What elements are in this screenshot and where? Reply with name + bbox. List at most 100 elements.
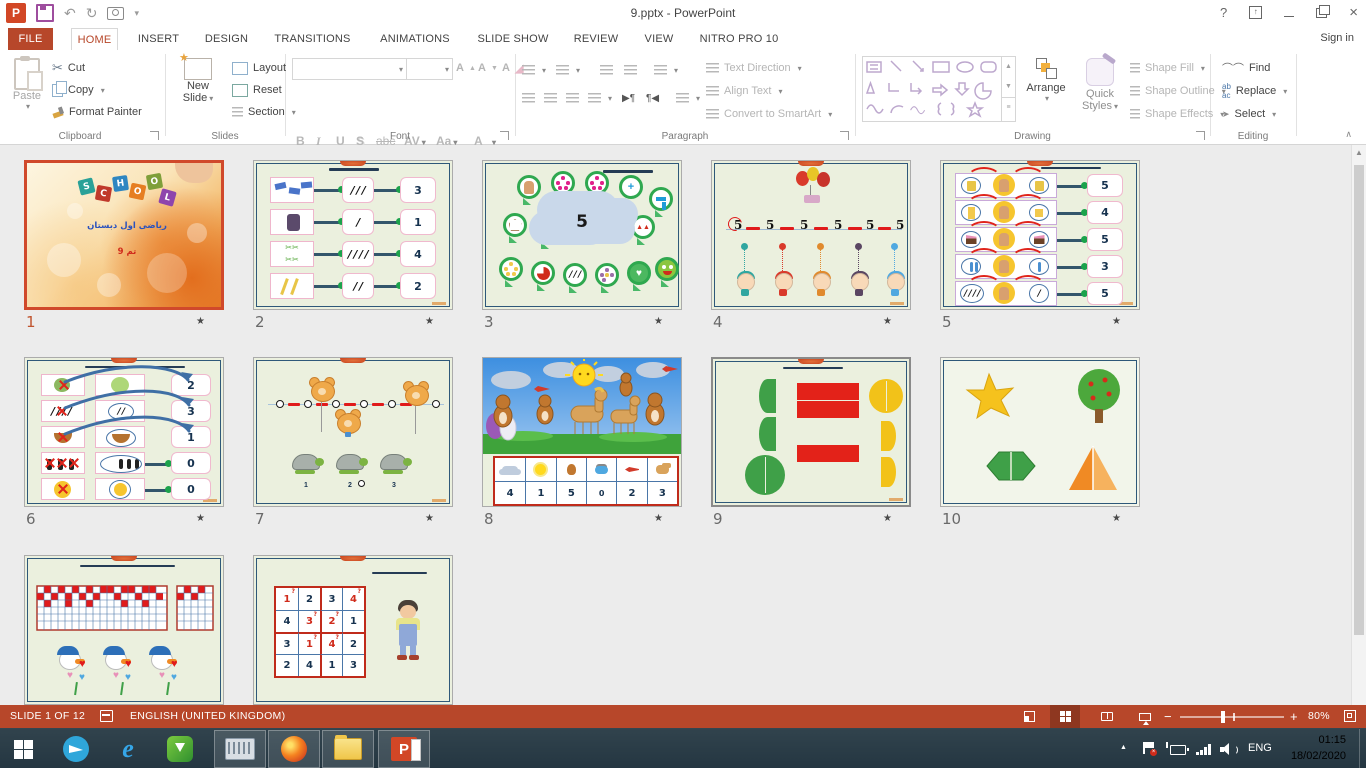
tab-view[interactable]: VIEW xyxy=(637,28,681,50)
taskbar-idm[interactable] xyxy=(156,729,204,768)
slide-thumbnail-8[interactable]: 4 1 5 0 2 3 8 ★ xyxy=(482,357,684,529)
shape-outline-button[interactable]: Shape Outline▾ xyxy=(1130,81,1226,101)
tab-review[interactable]: REVIEW xyxy=(570,28,622,50)
new-slide-button[interactable]: New Slide▾ xyxy=(172,58,224,104)
layout-button[interactable]: Layout▾ xyxy=(232,58,297,78)
action-center-flag-icon[interactable]: × xyxy=(1142,742,1155,768)
redo-icon[interactable]: ↻ xyxy=(86,6,98,20)
tab-nitro-pro[interactable]: NITRO PRO 10 xyxy=(698,28,780,50)
clock[interactable]: 01:15 18/02/2020 xyxy=(1291,732,1346,764)
tab-insert[interactable]: INSERT xyxy=(135,28,182,50)
vertical-scrollbar[interactable]: ▲ xyxy=(1351,145,1366,705)
font-dialog-launcher[interactable] xyxy=(500,131,509,140)
slide-thumbnail-9[interactable]: 9 ★ xyxy=(711,357,913,529)
powerpoint-app-icon[interactable]: P xyxy=(6,3,26,23)
shapes-scroll-down-icon[interactable]: ▼ xyxy=(1002,77,1015,97)
drawing-dialog-launcher[interactable] xyxy=(1196,131,1205,140)
shapes-scroll-up-icon[interactable]: ▲ xyxy=(1002,57,1015,77)
copy-button[interactable]: Copy▾ xyxy=(52,80,105,100)
start-button[interactable] xyxy=(0,729,48,768)
shape-effects-button[interactable]: Shape Effects▾ xyxy=(1130,104,1224,124)
taskbar-onscreen-keyboard[interactable] xyxy=(214,730,266,768)
zoom-slider-handle[interactable] xyxy=(1221,711,1225,723)
slide-thumbnail-12[interactable]: ?1 2 3 ?4 4 ?3 ?2 1 3 ?1 ?4 2 2 4 1 3 xyxy=(253,555,455,727)
find-button[interactable]: ⌒⌒Find xyxy=(1222,58,1270,78)
slide-thumbnail-3[interactable]: + ▲▲ /// ♥ 5 xyxy=(482,160,684,332)
tab-transitions[interactable]: TRANSITIONS xyxy=(270,28,355,50)
cut-button[interactable]: ✂ Cut xyxy=(52,58,85,78)
numbering-button[interactable]: ▾ xyxy=(556,60,580,80)
customize-qat-icon[interactable]: ▾ xyxy=(134,9,139,18)
align-center-button[interactable] xyxy=(544,88,557,108)
start-slideshow-icon[interactable] xyxy=(107,7,124,20)
select-button[interactable]: ➤Select▾ xyxy=(1222,104,1276,124)
justify-button[interactable]: ▾ xyxy=(588,88,612,108)
paste-button[interactable]: Paste▾ xyxy=(8,58,46,111)
clear-formatting-button[interactable]: A◢ xyxy=(502,58,523,78)
language-indicator[interactable]: ENGLISH (UNITED KINGDOM) xyxy=(130,710,285,722)
slideshow-view-button[interactable] xyxy=(1130,705,1160,728)
help-icon[interactable]: ? xyxy=(1220,5,1227,20)
right-to-left-button[interactable]: ¶◀ xyxy=(646,88,659,108)
arrange-button[interactable]: Arrange▾ xyxy=(1022,58,1070,103)
align-left-button[interactable] xyxy=(522,88,535,108)
slide-thumbnail-10[interactable]: 10 ★ xyxy=(940,357,1142,529)
sign-in-link[interactable]: Sign in xyxy=(1320,32,1354,44)
collapse-ribbon-icon[interactable]: ∧ xyxy=(1345,129,1352,140)
battery-icon[interactable] xyxy=(1170,745,1186,768)
format-painter-button[interactable]: Format Painter xyxy=(52,102,142,122)
line-spacing-button[interactable]: ▾ xyxy=(654,60,678,80)
zoom-in-button[interactable]: + xyxy=(1290,709,1298,724)
align-right-button[interactable] xyxy=(566,88,579,108)
ribbon-display-options-icon[interactable]: ↑ xyxy=(1249,6,1262,19)
section-button[interactable]: Section▾ xyxy=(232,102,296,122)
restore-icon[interactable] xyxy=(1316,8,1327,18)
volume-icon[interactable] xyxy=(1220,743,1234,768)
grow-font-button[interactable]: A▲ xyxy=(456,58,476,78)
shapes-gallery-scrollbar[interactable]: ▲ ▼ ≡ xyxy=(1001,56,1016,122)
replace-button[interactable]: abacReplace▾ xyxy=(1222,81,1287,101)
shapes-gallery[interactable] xyxy=(862,56,1002,122)
text-direction-button[interactable]: Text Direction▾ xyxy=(706,58,802,78)
zoom-out-button[interactable]: − xyxy=(1164,709,1172,724)
left-to-right-button[interactable]: ▶¶ xyxy=(622,88,635,108)
shapes-more-icon[interactable]: ≡ xyxy=(1002,97,1015,118)
taskbar-internet-explorer[interactable]: e xyxy=(104,729,152,768)
undo-icon[interactable]: ↶ xyxy=(64,6,76,20)
network-signal-icon[interactable] xyxy=(1196,744,1210,768)
taskbar-powerpoint[interactable]: P xyxy=(378,730,430,768)
minimize-icon[interactable] xyxy=(1284,16,1294,18)
increase-indent-button[interactable] xyxy=(624,60,637,80)
slide-thumbnail-6[interactable]: 2 //// // 3 1 0 xyxy=(24,357,226,529)
taskbar-firefox[interactable] xyxy=(268,730,320,768)
fit-slide-to-window-icon[interactable] xyxy=(1344,710,1356,722)
slide-thumbnail-1[interactable]: S C H O O L ریاضی اول دبستان تم 9 1 ★ xyxy=(24,160,226,332)
scrollbar-thumb[interactable] xyxy=(1354,165,1364,635)
spell-check-icon[interactable] xyxy=(100,710,113,722)
align-text-button[interactable]: Align Text▾ xyxy=(706,81,783,101)
font-name-combobox[interactable]: ▾ xyxy=(292,58,407,80)
close-icon[interactable]: × xyxy=(1349,4,1358,21)
slide-thumbnail-2[interactable]: /// 3 / 1 ✂✂✂✂ //// 4 xyxy=(253,160,455,332)
tab-design[interactable]: DESIGN xyxy=(203,28,250,50)
slide-thumbnail-11[interactable]: ♥ ♥ ♥ ♥ ♥ ♥ xyxy=(24,555,226,727)
columns-button[interactable]: ▾ xyxy=(676,88,700,108)
tab-file[interactable]: FILE xyxy=(8,28,53,50)
font-size-combobox[interactable]: ▾ xyxy=(406,58,453,80)
convert-smartart-button[interactable]: Convert to SmartArt▾ xyxy=(706,104,832,124)
zoom-level[interactable]: 80% xyxy=(1308,710,1330,722)
slide-sorter-view-button[interactable] xyxy=(1050,705,1080,728)
slide-thumbnail-5[interactable]: 5 4 5 xyxy=(940,160,1142,332)
shape-fill-button[interactable]: Shape Fill▾ xyxy=(1130,58,1205,78)
decrease-indent-button[interactable] xyxy=(600,60,613,80)
save-icon[interactable] xyxy=(36,4,54,22)
taskbar-file-explorer[interactable] xyxy=(322,730,374,768)
slide-thumbnail-7[interactable]: 1 2 3 7 ★ xyxy=(253,357,455,529)
reset-button[interactable]: Reset xyxy=(232,80,282,100)
quick-styles-button[interactable]: Quick Styles▾ xyxy=(1076,58,1124,112)
show-desktop-button[interactable] xyxy=(1359,729,1366,768)
clipboard-dialog-launcher[interactable] xyxy=(150,131,159,140)
paragraph-dialog-launcher[interactable] xyxy=(840,131,849,140)
tab-home[interactable]: HOME xyxy=(71,28,118,51)
scrollbar-up-icon[interactable]: ▲ xyxy=(1352,145,1366,161)
